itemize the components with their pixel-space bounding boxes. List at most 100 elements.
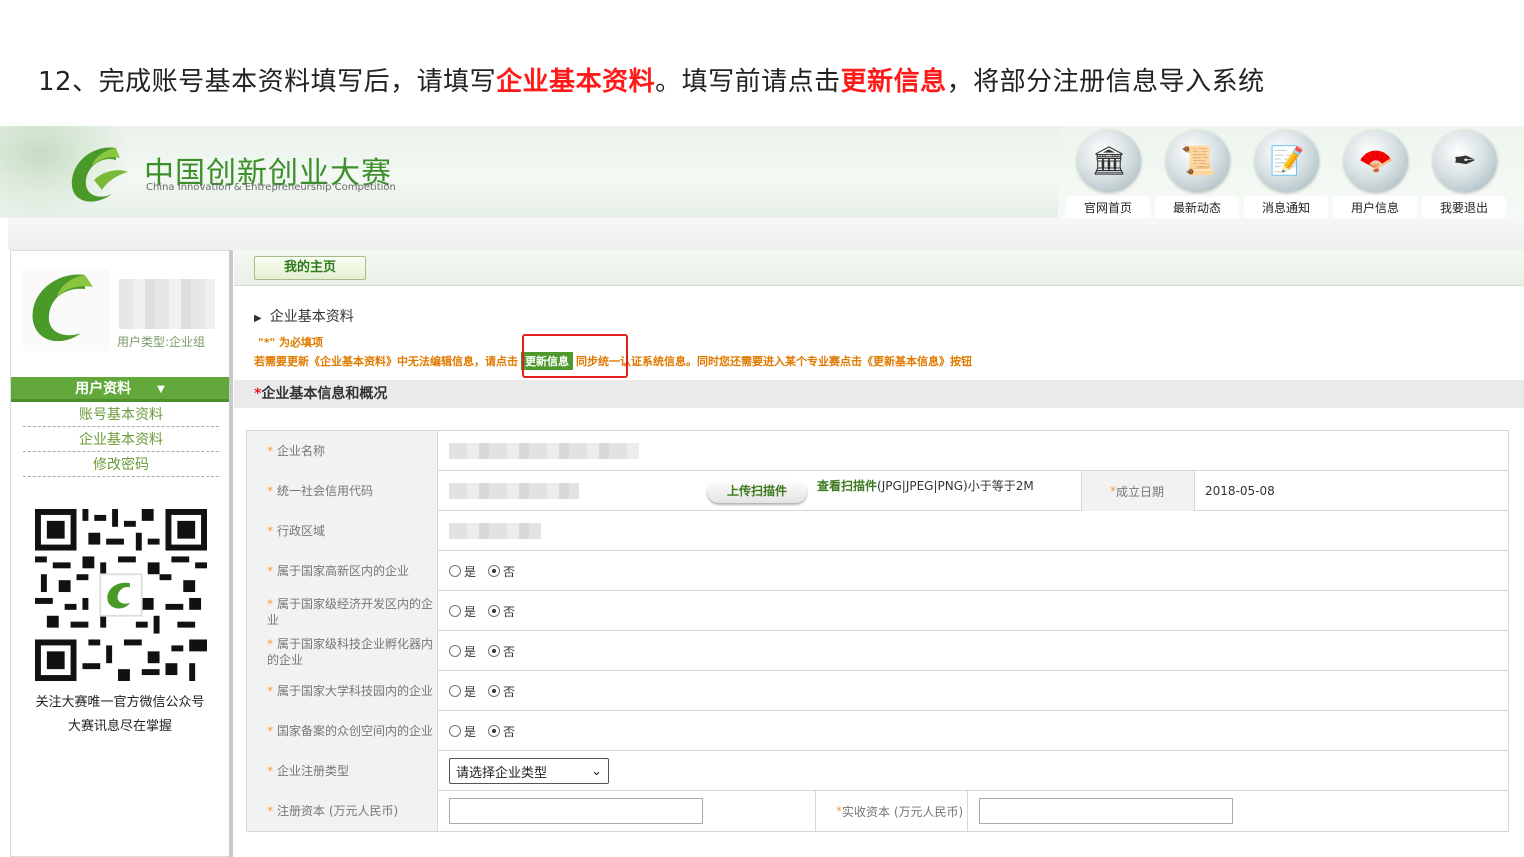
makerspace-options: 是 否 xyxy=(439,711,1508,751)
credit-code-value: 上传扫描件 查看扫描件(JPG|JPEG|PNG)小于等于2M * 成立日期 20… xyxy=(439,471,1508,511)
triangle-right-icon: ▶ xyxy=(254,313,262,324)
row-univ-park: * 属于国家大学科技园内的企业 是 否 xyxy=(247,671,1508,711)
view-scan-link[interactable]: 查看扫描件 xyxy=(817,479,877,493)
avatar xyxy=(23,269,109,351)
instruction-highlight-update: 更新信息 xyxy=(840,67,947,97)
hightech-label: * 属于国家高新区内的企业 xyxy=(247,551,438,591)
reg-type-label: * 企业注册类型 xyxy=(247,751,438,791)
caret-down-icon: ▼ xyxy=(157,384,165,395)
univ-park-options: 是 否 xyxy=(439,671,1508,711)
econ-zone-label: * 属于国家级经济开发区内的企业 xyxy=(247,591,438,631)
chevron-down-icon: ⌄ xyxy=(591,763,602,779)
paid-capital-label: * 实收资本 (万元人民币) xyxy=(815,791,968,831)
row-reg-type: * 企业注册类型 请选择企业类型 ⌄ xyxy=(247,751,1508,791)
paid-capital-value xyxy=(979,791,1233,831)
row-credit-code: * 统一社会信用代码 上传扫描件 查看扫描件(JPG|JPEG|PNG)小于等于2… xyxy=(247,471,1508,511)
notepad-icon: 📝 xyxy=(1255,130,1319,192)
incubator-no-radio[interactable]: 否 xyxy=(488,643,515,660)
top-nav: 🏛 官网首页 📜 最新动态 📝 消息通知 🪭 用户信息 ✒ 我要退出 xyxy=(1058,126,1524,218)
highlight-box xyxy=(522,334,628,378)
incubator-yes-radio[interactable]: 是 xyxy=(449,643,476,660)
menu-item-account-info[interactable]: 账号基本资料 xyxy=(23,403,219,427)
form-subheading-text: 企业基本信息和概况 xyxy=(261,386,388,402)
sub-bar xyxy=(8,218,1524,250)
hightech-yes-radio[interactable]: 是 xyxy=(449,563,476,580)
update-note-post: 同步统一认证系统信息。同时您还需要进入某个专业赛点击《更新基本信息》按钮 xyxy=(576,355,972,368)
fan-icon: 🪭 xyxy=(1344,130,1408,192)
row-incubator: * 属于国家级科技企业孵化器内的企业 是 否 xyxy=(247,631,1508,671)
instruction-part2: 。填写前请点击 xyxy=(655,67,841,97)
qr-caption-1: 关注大赛唯一官方微信公众号 xyxy=(35,695,205,710)
main-top-bar: 我的主页 xyxy=(234,250,1524,286)
nav-home-label[interactable]: 官网首页 xyxy=(1066,196,1150,218)
econ-zone-no-radio[interactable]: 否 xyxy=(488,603,515,620)
hightech-no-radio[interactable]: 否 xyxy=(488,563,515,580)
logo-c-icon[interactable] xyxy=(64,140,136,210)
makerspace-yes-radio[interactable]: 是 xyxy=(449,723,476,740)
qr-code-icon xyxy=(35,509,207,681)
menu-user-profile-label: 用户资料 xyxy=(75,381,132,397)
nav-home[interactable]: 🏛 官网首页 xyxy=(1066,126,1150,218)
reg-type-value: 请选择企业类型 ⌄ xyxy=(439,751,1508,791)
found-date-label: * 成立日期 xyxy=(1081,471,1195,511)
exit-icon: ✒ xyxy=(1433,130,1497,192)
nav-user-info-label[interactable]: 用户信息 xyxy=(1333,196,1417,218)
view-scan-hint: (JPG|JPEG|PNG)小于等于2M xyxy=(877,479,1034,493)
user-type: 用户类型:企业组 xyxy=(117,335,206,349)
company-info-form: * 企业名称 * 统一社会信用代码 上传扫描件 查看扫描件(JPG|JPEG|PNG… xyxy=(246,430,1509,832)
building-icon: 🏛 xyxy=(1077,130,1141,192)
form-subheading: *企业基本信息和概况 xyxy=(234,380,1524,408)
instruction-part3: ，将部分注册信息导入系统 xyxy=(946,67,1265,97)
blurred-company-name xyxy=(449,443,639,459)
my-home-button[interactable]: 我的主页 xyxy=(254,256,366,280)
region-label: * 行政区域 xyxy=(247,511,438,551)
website-screenshot: 中国创新创业大赛 China Innovation & Entrepreneur… xyxy=(0,126,1524,857)
univ-park-yes-radio[interactable]: 是 xyxy=(449,683,476,700)
sidebar: 用户类型:企业组 用户资料 ▼ 账号基本资料 企业基本资料 修改密码 关注大赛唯… xyxy=(10,250,230,857)
row-region: * 行政区域 xyxy=(247,511,1508,551)
instruction-part1: 12、完成账号基本资料填写后，请填写 xyxy=(38,67,497,97)
menu-user-profile[interactable]: 用户资料 ▼ xyxy=(11,377,229,402)
reg-type-selected: 请选择企业类型 xyxy=(456,765,548,781)
hightech-options: 是 否 xyxy=(439,551,1508,591)
credit-code-label: * 统一社会信用代码 xyxy=(247,471,438,511)
reg-capital-label: * 注册资本 (万元人民币) xyxy=(247,791,438,831)
nav-news[interactable]: 📜 最新动态 xyxy=(1155,126,1239,218)
nav-news-label[interactable]: 最新动态 xyxy=(1155,196,1239,218)
univ-park-no-radio[interactable]: 否 xyxy=(488,683,515,700)
makerspace-label: * 国家备案的众创空间内的企业 xyxy=(247,711,438,751)
univ-park-label: * 属于国家大学科技园内的企业 xyxy=(247,671,438,711)
econ-zone-options: 是 否 xyxy=(439,591,1508,631)
menu-item-change-password[interactable]: 修改密码 xyxy=(23,453,219,477)
update-note-pre: 若需要更新《企业基本资料》中无法编辑信息，请点击 xyxy=(254,355,518,368)
makerspace-no-radio[interactable]: 否 xyxy=(488,723,515,740)
reg-type-select[interactable]: 请选择企业类型 ⌄ xyxy=(449,758,609,784)
row-company-name: * 企业名称 xyxy=(247,431,1508,471)
upload-scan-button[interactable]: 上传扫描件 xyxy=(707,479,807,503)
view-scan: 查看扫描件(JPG|JPEG|PNG)小于等于2M xyxy=(817,477,1034,494)
econ-zone-yes-radio[interactable]: 是 xyxy=(449,603,476,620)
nav-user-info[interactable]: 🪭 用户信息 xyxy=(1333,126,1417,218)
reg-capital-value: * 实收资本 (万元人民币) xyxy=(439,791,1508,831)
instruction-highlight-company-info: 企业基本资料 xyxy=(496,67,656,97)
row-hightech: * 属于国家高新区内的企业 是 否 xyxy=(247,551,1508,591)
qr-caption-2: 大赛讯息尽在掌握 xyxy=(67,719,172,734)
required-note: "*" 为必填项 xyxy=(258,336,324,349)
region-value xyxy=(439,511,1508,551)
row-makerspace: * 国家备案的众创空间内的企业 是 否 xyxy=(247,711,1508,751)
reg-capital-input[interactable] xyxy=(449,798,703,824)
blurred-region xyxy=(449,523,541,539)
paid-capital-input[interactable] xyxy=(979,798,1233,824)
main-content: 我的主页 ▶ 企业基本资料 "*" 为必填项 若需要更新《企业基本资料》中无法编辑… xyxy=(234,250,1524,857)
company-name-value xyxy=(439,431,1508,471)
nav-logout-label[interactable]: 我要退出 xyxy=(1422,196,1506,218)
nav-messages-label[interactable]: 消息通知 xyxy=(1244,196,1328,218)
nav-messages[interactable]: 📝 消息通知 xyxy=(1244,126,1328,218)
nav-logout[interactable]: ✒ 我要退出 xyxy=(1422,126,1506,218)
row-econ-zone: * 属于国家级经济开发区内的企业 是 否 xyxy=(247,591,1508,631)
logo-title-en: China Innovation & Entrepreneurship Comp… xyxy=(146,182,396,193)
company-name-label: * 企业名称 xyxy=(247,431,438,471)
menu-item-company-info[interactable]: 企业基本资料 xyxy=(23,428,219,452)
instruction-text: 12、完成账号基本资料填写后，请填写企业基本资料。填写前请点击更新信息，将部分注… xyxy=(38,62,1265,102)
site-banner: 中国创新创业大赛 China Innovation & Entrepreneur… xyxy=(0,126,1524,218)
